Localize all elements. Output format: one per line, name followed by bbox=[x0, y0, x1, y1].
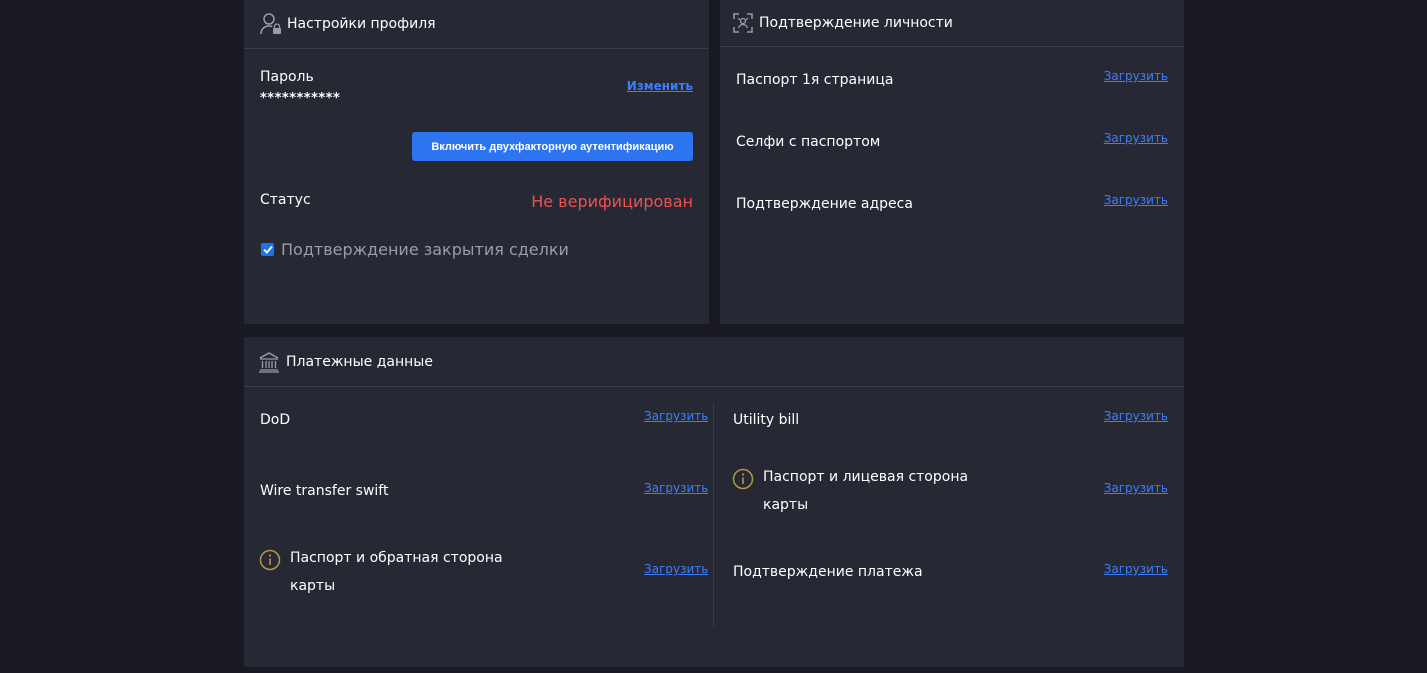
upload-passport-link[interactable]: Загрузить bbox=[1104, 69, 1168, 83]
identity-title: Подтверждение личности bbox=[759, 15, 953, 31]
profile-settings-header: Настройки профиля bbox=[244, 0, 709, 49]
password-value: *********** bbox=[260, 91, 341, 106]
payment-item-passport-back-line1: Паспорт и обратная сторона bbox=[290, 550, 503, 566]
payment-item-payment-confirm: Подтверждение платежа bbox=[733, 564, 923, 580]
payment-title: Платежные данные bbox=[286, 353, 433, 370]
payment-item-passport-back-line2: карты bbox=[290, 578, 336, 594]
upload-selfie-link[interactable]: Загрузить bbox=[1104, 131, 1168, 145]
upload-dod-link[interactable]: Загрузить bbox=[644, 409, 708, 423]
password-label: Пароль bbox=[260, 69, 314, 85]
payment-panel: Платежные данные DoD Загрузить Wire tran… bbox=[244, 337, 1184, 667]
upload-passport-front-link[interactable]: Загрузить bbox=[1104, 481, 1168, 495]
payment-item-dod: DoD bbox=[260, 412, 291, 428]
payment-item-wire: Wire transfer swift bbox=[260, 483, 389, 499]
profile-settings-panel: Настройки профиля Пароль *********** Изм… bbox=[244, 0, 709, 324]
user-lock-icon bbox=[260, 12, 282, 36]
upload-wire-link[interactable]: Загрузить bbox=[644, 481, 708, 495]
deal-confirm-label: Подтверждение закрытия сделки bbox=[281, 240, 569, 259]
identity-item-passport: Паспорт 1я страница bbox=[736, 72, 894, 88]
identity-panel: Подтверждение личности Паспорт 1я страни… bbox=[720, 0, 1184, 324]
identity-item-selfie: Селфи с паспортом bbox=[736, 134, 881, 150]
info-icon bbox=[259, 549, 281, 571]
face-scan-icon bbox=[733, 13, 753, 33]
identity-header: Подтверждение личности bbox=[720, 0, 1184, 47]
checkmark-icon bbox=[262, 245, 273, 254]
upload-utility-link[interactable]: Загрузить bbox=[1104, 409, 1168, 423]
info-icon bbox=[732, 468, 754, 490]
payment-item-passport-front-line1: Паспорт и лицевая сторона bbox=[763, 469, 969, 485]
bank-icon bbox=[258, 351, 280, 373]
profile-settings-title: Настройки профиля bbox=[287, 16, 436, 32]
change-password-link[interactable]: Изменить bbox=[627, 79, 693, 93]
upload-passport-back-link[interactable]: Загрузить bbox=[644, 562, 708, 576]
payment-column-divider bbox=[713, 403, 714, 627]
status-value: Не верифицирован bbox=[531, 192, 693, 211]
upload-payment-confirm-link[interactable]: Загрузить bbox=[1104, 562, 1168, 576]
deal-confirm-checkbox[interactable] bbox=[261, 243, 274, 256]
enable-2fa-button[interactable]: Включить двухфакторную аутентификацию bbox=[412, 132, 693, 161]
identity-item-address: Подтверждение адреса bbox=[736, 196, 913, 212]
payment-item-passport-front-line2: карты bbox=[763, 497, 809, 513]
upload-address-link[interactable]: Загрузить bbox=[1104, 193, 1168, 207]
status-label: Статус bbox=[260, 192, 311, 208]
payment-item-utility: Utility bill bbox=[733, 412, 800, 428]
payment-header: Платежные данные bbox=[244, 337, 1184, 387]
